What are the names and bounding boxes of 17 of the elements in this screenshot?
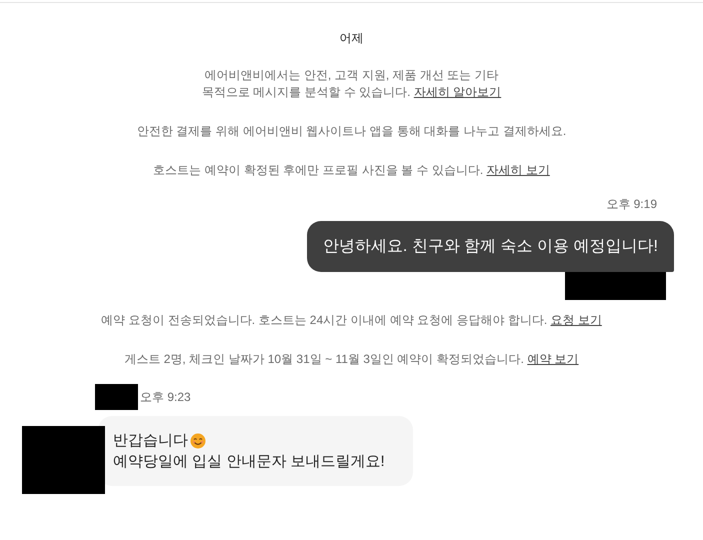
message-time: 오후 9:23 bbox=[140, 389, 191, 406]
smiling-face-icon bbox=[190, 432, 206, 448]
notice-link[interactable]: 자세히 알아보기 bbox=[414, 85, 502, 99]
message-time: 오후 9:19 bbox=[606, 196, 657, 213]
message-text: 반갑습니다 bbox=[113, 431, 188, 451]
system-notice: 안전한 결제를 위해 에어비앤비 웹사이트나 앱을 통해 대화를 나누고 결제하세요. bbox=[136, 123, 566, 140]
system-notice: 호스트는 예약이 확정된 후에만 프로필 사진을 볼 수 있습니다. 자세히 보기 bbox=[153, 162, 550, 179]
date-divider: 어제 bbox=[340, 30, 364, 47]
notice-link[interactable]: 자세히 보기 bbox=[486, 163, 550, 177]
message-text: 예약당일에 입실 안내문자 보내드릴게요! bbox=[113, 452, 385, 472]
redaction-block bbox=[95, 384, 138, 410]
notice-link[interactable]: 요청 보기 bbox=[550, 313, 602, 327]
system-notice: 예약 요청이 전송되었습니다. 호스트는 24시간 이내에 예약 요청에 응답해야 합니다. 요청 보기 bbox=[101, 312, 602, 329]
notice-link[interactable]: 예약 보기 bbox=[527, 352, 579, 366]
system-notice: 게스트 2명, 체크인 날짜가 10월 31일 ~ 11월 3일인 예약이 확정되었습니다. 예약 보기 bbox=[124, 351, 579, 368]
outgoing-message-bubble: 안녕하세요. 친구와 함께 숙소 이용 예정입니다! bbox=[306, 221, 674, 272]
system-notice: 에어비앤비에서는 안전, 고객 지원, 제품 개선 또는 기타 목적으로 메시지를 분석할 수 있습니다. 자세히 알아보기 bbox=[202, 67, 502, 101]
